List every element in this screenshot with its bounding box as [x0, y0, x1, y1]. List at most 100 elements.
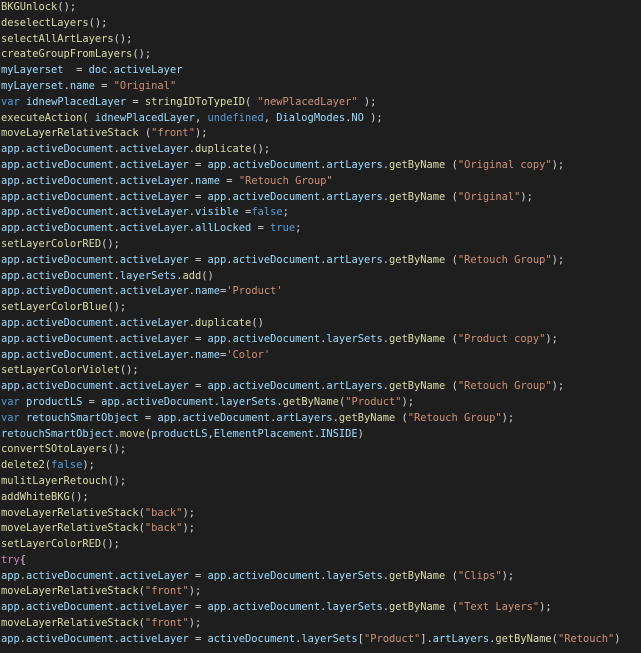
code-line: mulitLayerRetouch(); — [1, 474, 621, 490]
code-line: app.activeDocument.activeLayer = app.act… — [1, 190, 621, 206]
code-token: activeLayer — [119, 601, 189, 614]
code-token: layerSets — [326, 569, 383, 582]
code-token: "Retouch Group" — [407, 411, 502, 424]
code-token: ( — [445, 158, 458, 171]
code-line: myLayerset = doc.activeLayer — [1, 63, 621, 79]
code-token: activeDocument — [26, 380, 114, 393]
code-line: BKGUnlock(); — [1, 0, 621, 16]
code-line: moveLayerRelativeStack("front"); — [1, 616, 621, 632]
code-line: var retouchSmartObject = app.activeDocum… — [1, 411, 621, 427]
code-token: app — [207, 158, 227, 171]
code-line: setLayerColorRED(); — [1, 537, 621, 553]
code-line: var idnewPlacedLayer = stringIDToTypeID(… — [1, 95, 621, 111]
code-token: activeLayer — [119, 632, 189, 645]
code-token: activeLayer — [119, 569, 189, 582]
code-token: 'Color' — [226, 348, 271, 361]
code-token: app — [1, 222, 20, 235]
code-line: moveLayerRelativeStack("back"); — [1, 521, 621, 537]
code-token: activeDocument — [26, 143, 114, 156]
code-line: setLayerColorRED(); — [1, 237, 621, 253]
code-token: ); — [363, 111, 383, 124]
code-token: activeLayer — [119, 285, 189, 298]
code-token: doc — [88, 64, 108, 77]
code-token: var — [1, 395, 20, 408]
code-token: activeLayer — [119, 174, 189, 187]
code-token: (); — [101, 538, 120, 551]
code-token: ( — [245, 95, 258, 108]
code-token: activeDocument — [26, 206, 114, 219]
code-token: activeLayer — [119, 332, 189, 345]
code-token: "back" — [144, 506, 183, 519]
code-editor[interactable]: BKGUnlock(); deselectLayers(); selectAllAr… — [0, 0, 641, 653]
code-token: "Retouch" — [557, 632, 615, 645]
code-token: activeLayer — [119, 190, 189, 203]
code-token: { — [19, 553, 27, 566]
code-line: app.activeDocument.activeLayer = app.act… — [1, 332, 621, 348]
code-token: activeLayer — [119, 206, 189, 219]
code-token: ); — [188, 585, 202, 598]
code-token: "Product copy" — [457, 332, 546, 345]
code-line: app.activeDocument.activeLayer.name = "R… — [1, 174, 621, 190]
code-token: app — [207, 569, 227, 582]
code-token: activeDocument — [126, 395, 214, 408]
code-token: moveLayerRelativeStack — [1, 617, 139, 630]
code-token: delete2 — [1, 459, 45, 472]
code-token: activeLayer — [119, 158, 189, 171]
code-token: moveLayerRelativeStack — [1, 522, 139, 535]
code-token: getByName — [495, 632, 552, 645]
code-token: activeDocument — [26, 269, 114, 282]
code-line: app.activeDocument.activeLayer = activeD… — [1, 632, 621, 648]
code-token: getByName — [389, 253, 446, 266]
code-token: ( — [395, 411, 408, 424]
code-line: executeAction( idnewPlacedLayer, undefin… — [1, 111, 621, 127]
code-token: "Text Layers" — [457, 601, 540, 614]
code-token: myLayerset — [1, 79, 64, 92]
code-token: setLayerColorViolet — [1, 364, 120, 377]
code-token: ]. — [420, 632, 433, 645]
code-token: activeDocument — [26, 190, 114, 203]
code-token: activeDocument — [232, 380, 321, 393]
code-line: app.activeDocument.activeLayer = app.act… — [1, 600, 621, 616]
code-token: ); — [188, 617, 202, 630]
code-token: app — [207, 253, 227, 266]
code-token: activeLayer — [119, 222, 189, 235]
code-token: "front" — [151, 127, 195, 140]
code-token: "Product" — [363, 632, 421, 645]
code-token: var — [1, 95, 20, 108]
code-token: getByName — [338, 411, 396, 424]
code-line: app.activeDocument.activeLayer.duplicate… — [1, 142, 621, 158]
code-token: name — [195, 348, 221, 361]
code-token: duplicate — [195, 316, 252, 329]
code-token: = — [188, 569, 208, 582]
code-token: app — [207, 601, 227, 614]
code-token: (); — [88, 16, 108, 29]
code-token: ( — [445, 190, 458, 203]
code-token: () — [201, 269, 214, 282]
code-token: app — [1, 253, 20, 266]
code-token: productLS — [26, 395, 83, 408]
code-line: try{ — [1, 553, 621, 569]
code-token: app — [1, 601, 20, 614]
code-token: layerSets — [326, 332, 383, 345]
code-line: app.activeDocument.activeLayer = app.act… — [1, 569, 621, 585]
code-text-area[interactable]: BKGUnlock(); deselectLayers(); selectAllAr… — [1, 0, 621, 648]
code-line: app.activeDocument.layerSets.add() — [1, 269, 621, 285]
code-token: = — [63, 64, 89, 77]
code-token: activeDocument — [232, 332, 321, 345]
code-token: getByName — [389, 158, 446, 171]
code-token: setLayerColorRED — [1, 538, 102, 551]
code-token: allLocked — [195, 222, 252, 235]
code-token: move — [119, 427, 145, 440]
code-token: activeLayer — [119, 380, 189, 393]
code-token: = — [94, 79, 114, 92]
code-token: retouchSmartObject — [26, 411, 139, 424]
code-token: app — [1, 143, 20, 156]
code-token: = — [188, 332, 208, 345]
code-token: ); — [551, 253, 565, 266]
code-token: NO — [351, 111, 364, 124]
code-token: () — [251, 316, 264, 329]
code-token: app — [207, 332, 227, 345]
code-token: (); — [107, 474, 127, 487]
code-token: activeDocument — [26, 601, 114, 614]
code-token: activeDocument — [26, 632, 114, 645]
